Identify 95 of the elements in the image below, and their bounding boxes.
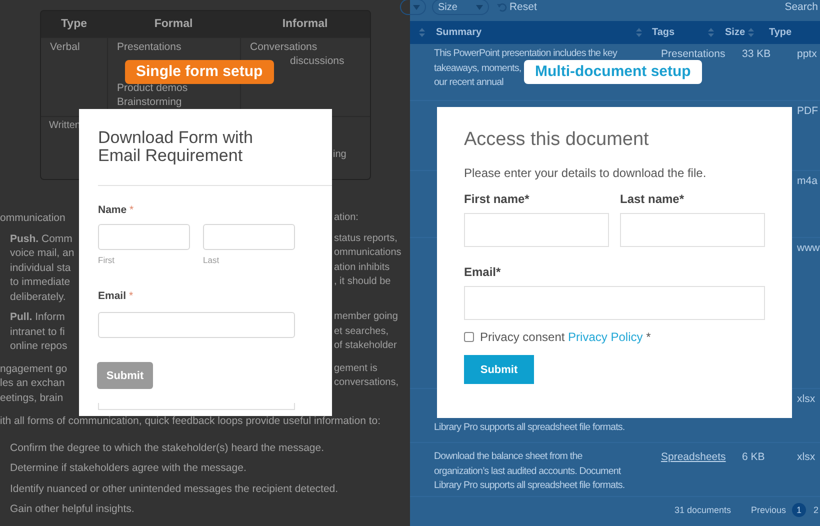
size-dropdown[interactable]: Size [432, 0, 490, 15]
field-hint: Last [203, 255, 220, 265]
body-text: intranet to fi [10, 324, 65, 339]
input-field[interactable] [98, 224, 190, 250]
table-cell: xlsx [797, 393, 816, 405]
sort-icon[interactable] [419, 28, 425, 37]
field-hint: First [98, 255, 116, 265]
reset-link[interactable]: Reset [509, 1, 537, 13]
body-text: conversations, [334, 376, 400, 390]
search-label: Search [784, 1, 819, 13]
page-button[interactable]: 1 [792, 503, 806, 517]
tag-link[interactable]: Presentations [661, 48, 726, 60]
body-text: les an exchan [0, 376, 65, 390]
body-text: individual sta [10, 260, 71, 275]
table-cell-text: our recent annual [434, 76, 504, 90]
page-button[interactable]: 2 [809, 503, 820, 517]
body-text: of stakeholder [334, 339, 398, 353]
body-text: Determine if stakeholders agree with the message. [10, 461, 246, 476]
table-cell-text: Verbal [50, 40, 81, 54]
table-cell: 6 KB [742, 451, 765, 463]
table-cell: 33 KB [742, 48, 771, 60]
body-text: Push. Comm [10, 232, 72, 246]
checkbox[interactable] [464, 332, 474, 342]
column-header: Type [60, 18, 88, 30]
table-cell-text: Product demos [117, 81, 189, 95]
field-label: First name* [464, 192, 530, 206]
body-text: , it should be [334, 275, 392, 289]
body-text: ith all forms of communication, quick feedback loops provide useful information to: [0, 414, 381, 429]
table-cell-text: Conversations [250, 40, 318, 54]
body-text: Confirm the degree to which the stakeholder(s) heard the message. [10, 440, 324, 456]
body-text: eetings, brain [0, 390, 64, 405]
column-header[interactable]: Summary [436, 27, 636, 38]
column-header[interactable]: Size [725, 27, 748, 38]
body-text: member going [334, 310, 399, 324]
field-label: Email * [98, 290, 134, 302]
consent-text: Privacy consent Privacy Policy * [480, 330, 651, 344]
table-cell-text: Presentations [117, 40, 182, 54]
table-cell-text: Brainstorming [117, 95, 183, 109]
column-header[interactable]: Type [769, 27, 792, 38]
input-field[interactable] [98, 312, 295, 338]
sort-icon[interactable] [636, 28, 642, 37]
input-field[interactable] [620, 213, 765, 247]
body-text: Identify nuanced or other unintended messages the recipient detected. [10, 482, 338, 496]
setup-badge: Single form setup [125, 60, 274, 84]
table-cell-text: Download the balance sheet from the [434, 450, 582, 464]
column-header: Formal [153, 18, 194, 30]
table-cell-text: takeaways, moments, [434, 62, 522, 76]
tag-link[interactable]: Spreadsheets [661, 451, 726, 463]
form-title: Download Form with Email Requirement [98, 129, 254, 165]
sort-icon[interactable] [708, 28, 714, 37]
caret-icon [413, 4, 420, 10]
table-cell-text: Library Pro supports all spreadsheet file formats. [434, 421, 625, 435]
submit-button[interactable]: Submit [464, 355, 534, 384]
body-text: gement is [334, 362, 378, 376]
field-label: Email* [464, 265, 502, 279]
table-cell-text: discussions [290, 54, 346, 68]
body-text: ation inhibits [334, 260, 391, 274]
table-cell: m4a [797, 175, 818, 187]
body-text: et searches, [334, 324, 390, 338]
privacy-policy-link[interactable]: Privacy Policy [568, 330, 643, 344]
caret-icon [476, 4, 484, 10]
table-cell: pptx [797, 48, 817, 60]
field-label: Name * [98, 204, 135, 216]
table-cell-text: ing [333, 148, 348, 162]
table-cell: PDF [797, 105, 818, 117]
setup-badge: Multi-document setup [524, 60, 702, 84]
input-field[interactable] [203, 224, 295, 250]
previous-link[interactable]: Previous [750, 505, 786, 515]
body-text: ation: [334, 211, 360, 225]
table-cell-text: organization’s last audited accounts. Document [434, 464, 621, 478]
document-count: 31 documents [674, 505, 731, 515]
body-text: deliberately. [10, 290, 66, 304]
body-text: Gain other helpful insights. [10, 502, 134, 517]
body-text: ommunications [334, 246, 402, 260]
body-text: to immediate [10, 275, 70, 290]
body-text: ngagement go [0, 362, 68, 376]
body-text: Pull. Inform [10, 310, 65, 324]
column-header: Informal [281, 18, 329, 30]
body-text: ommunication [0, 211, 66, 226]
table-cell-text: Library Pro supports all spreadsheet file formats. [434, 479, 625, 493]
table-cell-text: This PowerPoint presentation includes the key [434, 47, 617, 61]
dropdown[interactable] [400, 0, 426, 15]
table-cell: xlsx [797, 451, 816, 463]
input-field[interactable] [464, 213, 609, 247]
input-field[interactable] [98, 403, 295, 410]
field-label: Last name* [620, 192, 686, 206]
body-text: voice mail, an [10, 246, 74, 260]
body-text: online repos [10, 339, 68, 354]
form-title: Access this document [464, 129, 650, 151]
sort-icon[interactable] [748, 28, 754, 37]
column-header[interactable]: Tags [652, 27, 708, 38]
form-description: Please enter your details to download the file. [464, 166, 708, 180]
input-field[interactable] [464, 286, 765, 320]
table-cell: www [797, 242, 820, 254]
body-text: status reports, [334, 232, 398, 246]
